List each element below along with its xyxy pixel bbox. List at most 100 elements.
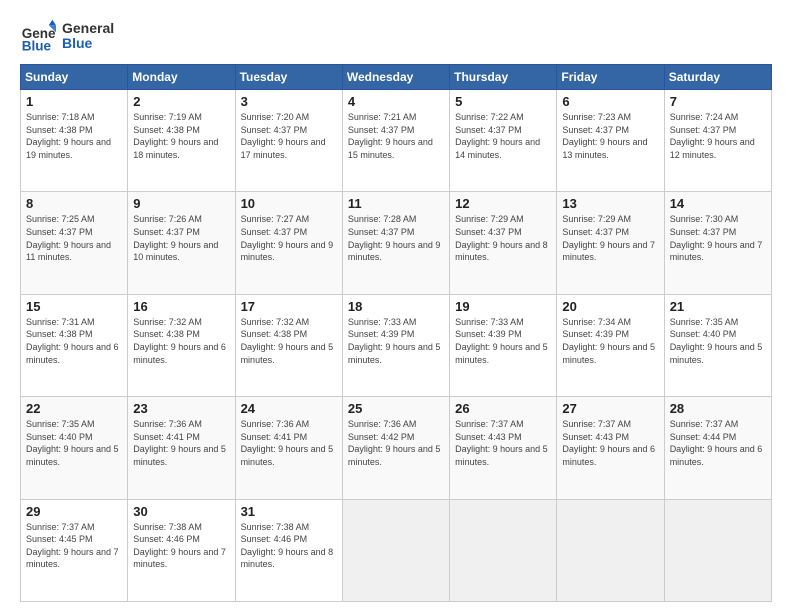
day-number: 15 [26,299,122,314]
col-saturday: Saturday [664,65,771,90]
table-row: 3 Sunrise: 7:20 AMSunset: 4:37 PMDaylight… [235,90,342,192]
day-info: Sunrise: 7:33 AMSunset: 4:39 PMDaylight:… [348,316,444,366]
day-info: Sunrise: 7:29 AMSunset: 4:37 PMDaylight:… [455,213,551,263]
table-row: 11 Sunrise: 7:28 AMSunset: 4:37 PMDayligh… [342,192,449,294]
day-number: 19 [455,299,551,314]
day-info: Sunrise: 7:35 AMSunset: 4:40 PMDaylight:… [670,316,766,366]
day-number: 18 [348,299,444,314]
day-info: Sunrise: 7:24 AMSunset: 4:37 PMDaylight:… [670,111,766,161]
table-row: 16 Sunrise: 7:32 AMSunset: 4:38 PMDayligh… [128,294,235,396]
day-info: Sunrise: 7:26 AMSunset: 4:37 PMDaylight:… [133,213,229,263]
table-row: 21 Sunrise: 7:35 AMSunset: 4:40 PMDayligh… [664,294,771,396]
calendar-week-row: 22 Sunrise: 7:35 AMSunset: 4:40 PMDayligh… [21,397,772,499]
page: General Blue General Blue Sunday Monday … [0,0,792,612]
day-number: 8 [26,196,122,211]
day-number: 2 [133,94,229,109]
col-tuesday: Tuesday [235,65,342,90]
day-number: 10 [241,196,337,211]
table-row [664,499,771,601]
day-number: 1 [26,94,122,109]
day-info: Sunrise: 7:37 AMSunset: 4:43 PMDaylight:… [455,418,551,468]
day-info: Sunrise: 7:22 AMSunset: 4:37 PMDaylight:… [455,111,551,161]
day-number: 11 [348,196,444,211]
day-info: Sunrise: 7:23 AMSunset: 4:37 PMDaylight:… [562,111,658,161]
day-info: Sunrise: 7:36 AMSunset: 4:41 PMDaylight:… [133,418,229,468]
table-row: 19 Sunrise: 7:33 AMSunset: 4:39 PMDayligh… [450,294,557,396]
day-info: Sunrise: 7:27 AMSunset: 4:37 PMDaylight:… [241,213,337,263]
day-number: 12 [455,196,551,211]
table-row: 26Sunrise: 7:37 AMSunset: 4:43 PMDayligh… [450,397,557,499]
day-info: Sunrise: 7:36 AMSunset: 4:41 PMDaylight:… [241,418,337,468]
day-info: Sunrise: 7:32 AMSunset: 4:38 PMDaylight:… [241,316,337,366]
col-wednesday: Wednesday [342,65,449,90]
table-row: 7 Sunrise: 7:24 AMSunset: 4:37 PMDaylight… [664,90,771,192]
day-number: 27 [562,401,658,416]
calendar-week-row: 29Sunrise: 7:37 AMSunset: 4:45 PMDayligh… [21,499,772,601]
day-info: Sunrise: 7:20 AMSunset: 4:37 PMDaylight:… [241,111,337,161]
table-row: 30 Sunrise: 7:38 AMSunset: 4:46 PMDayligh… [128,499,235,601]
day-number: 30 [133,504,229,519]
day-info: Sunrise: 7:38 AMSunset: 4:46 PMDaylight:… [241,521,337,571]
col-sunday: Sunday [21,65,128,90]
day-info: Sunrise: 7:28 AMSunset: 4:37 PMDaylight:… [348,213,444,263]
day-number: 24 [241,401,337,416]
table-row: 24 Sunrise: 7:36 AMSunset: 4:41 PMDayligh… [235,397,342,499]
table-row: 6 Sunrise: 7:23 AMSunset: 4:37 PMDaylight… [557,90,664,192]
day-number: 9 [133,196,229,211]
calendar-table: Sunday Monday Tuesday Wednesday Thursday… [20,64,772,602]
day-info: Sunrise: 7:37 AMSunset: 4:45 PMDaylight:… [26,521,122,571]
table-row: 14 Sunrise: 7:30 AMSunset: 4:37 PMDayligh… [664,192,771,294]
day-info: Sunrise: 7:30 AMSunset: 4:37 PMDaylight:… [670,213,766,263]
table-row: 25Sunrise: 7:36 AMSunset: 4:42 PMDayligh… [342,397,449,499]
day-number: 22 [26,401,122,416]
svg-text:Blue: Blue [22,38,52,53]
col-monday: Monday [128,65,235,90]
day-info: Sunrise: 7:35 AMSunset: 4:40 PMDaylight:… [26,418,122,468]
day-info: Sunrise: 7:21 AMSunset: 4:37 PMDaylight:… [348,111,444,161]
col-thursday: Thursday [450,65,557,90]
table-row [450,499,557,601]
day-number: 4 [348,94,444,109]
table-row: 9 Sunrise: 7:26 AMSunset: 4:37 PMDaylight… [128,192,235,294]
day-info: Sunrise: 7:25 AMSunset: 4:37 PMDaylight:… [26,213,122,263]
logo-blue: Blue [62,36,114,51]
col-friday: Friday [557,65,664,90]
table-row: 12 Sunrise: 7:29 AMSunset: 4:37 PMDayligh… [450,192,557,294]
day-number: 25 [348,401,444,416]
day-number: 17 [241,299,337,314]
calendar-week-row: 1Sunrise: 7:18 AMSunset: 4:38 PMDaylight… [21,90,772,192]
day-number: 16 [133,299,229,314]
table-row: 28 Sunrise: 7:37 AMSunset: 4:44 PMDayligh… [664,397,771,499]
table-row: 18 Sunrise: 7:33 AMSunset: 4:39 PMDayligh… [342,294,449,396]
day-number: 13 [562,196,658,211]
calendar-week-row: 15Sunrise: 7:31 AMSunset: 4:38 PMDayligh… [21,294,772,396]
table-row: 5 Sunrise: 7:22 AMSunset: 4:37 PMDaylight… [450,90,557,192]
table-row: 17 Sunrise: 7:32 AMSunset: 4:38 PMDayligh… [235,294,342,396]
day-number: 23 [133,401,229,416]
table-row: 27Sunrise: 7:37 AMSunset: 4:43 PMDayligh… [557,397,664,499]
day-number: 14 [670,196,766,211]
day-number: 5 [455,94,551,109]
day-number: 3 [241,94,337,109]
day-number: 28 [670,401,766,416]
day-number: 21 [670,299,766,314]
day-info: Sunrise: 7:33 AMSunset: 4:39 PMDaylight:… [455,316,551,366]
table-row [557,499,664,601]
day-number: 6 [562,94,658,109]
table-row: 15Sunrise: 7:31 AMSunset: 4:38 PMDayligh… [21,294,128,396]
table-row: 13 Sunrise: 7:29 AMSunset: 4:37 PMDayligh… [557,192,664,294]
day-info: Sunrise: 7:38 AMSunset: 4:46 PMDaylight:… [133,521,229,571]
day-info: Sunrise: 7:32 AMSunset: 4:38 PMDaylight:… [133,316,229,366]
table-row: 23 Sunrise: 7:36 AMSunset: 4:41 PMDayligh… [128,397,235,499]
logo-general: General [62,21,114,36]
calendar-header-row: Sunday Monday Tuesday Wednesday Thursday… [21,65,772,90]
day-number: 7 [670,94,766,109]
day-info: Sunrise: 7:37 AMSunset: 4:44 PMDaylight:… [670,418,766,468]
table-row: 31Sunrise: 7:38 AMSunset: 4:46 PMDayligh… [235,499,342,601]
day-number: 20 [562,299,658,314]
logo-icon: General Blue [20,18,56,54]
day-info: Sunrise: 7:29 AMSunset: 4:37 PMDaylight:… [562,213,658,263]
day-info: Sunrise: 7:34 AMSunset: 4:39 PMDaylight:… [562,316,658,366]
table-row: 2Sunrise: 7:19 AMSunset: 4:38 PMDaylight… [128,90,235,192]
table-row: 22 Sunrise: 7:35 AMSunset: 4:40 PMDayligh… [21,397,128,499]
